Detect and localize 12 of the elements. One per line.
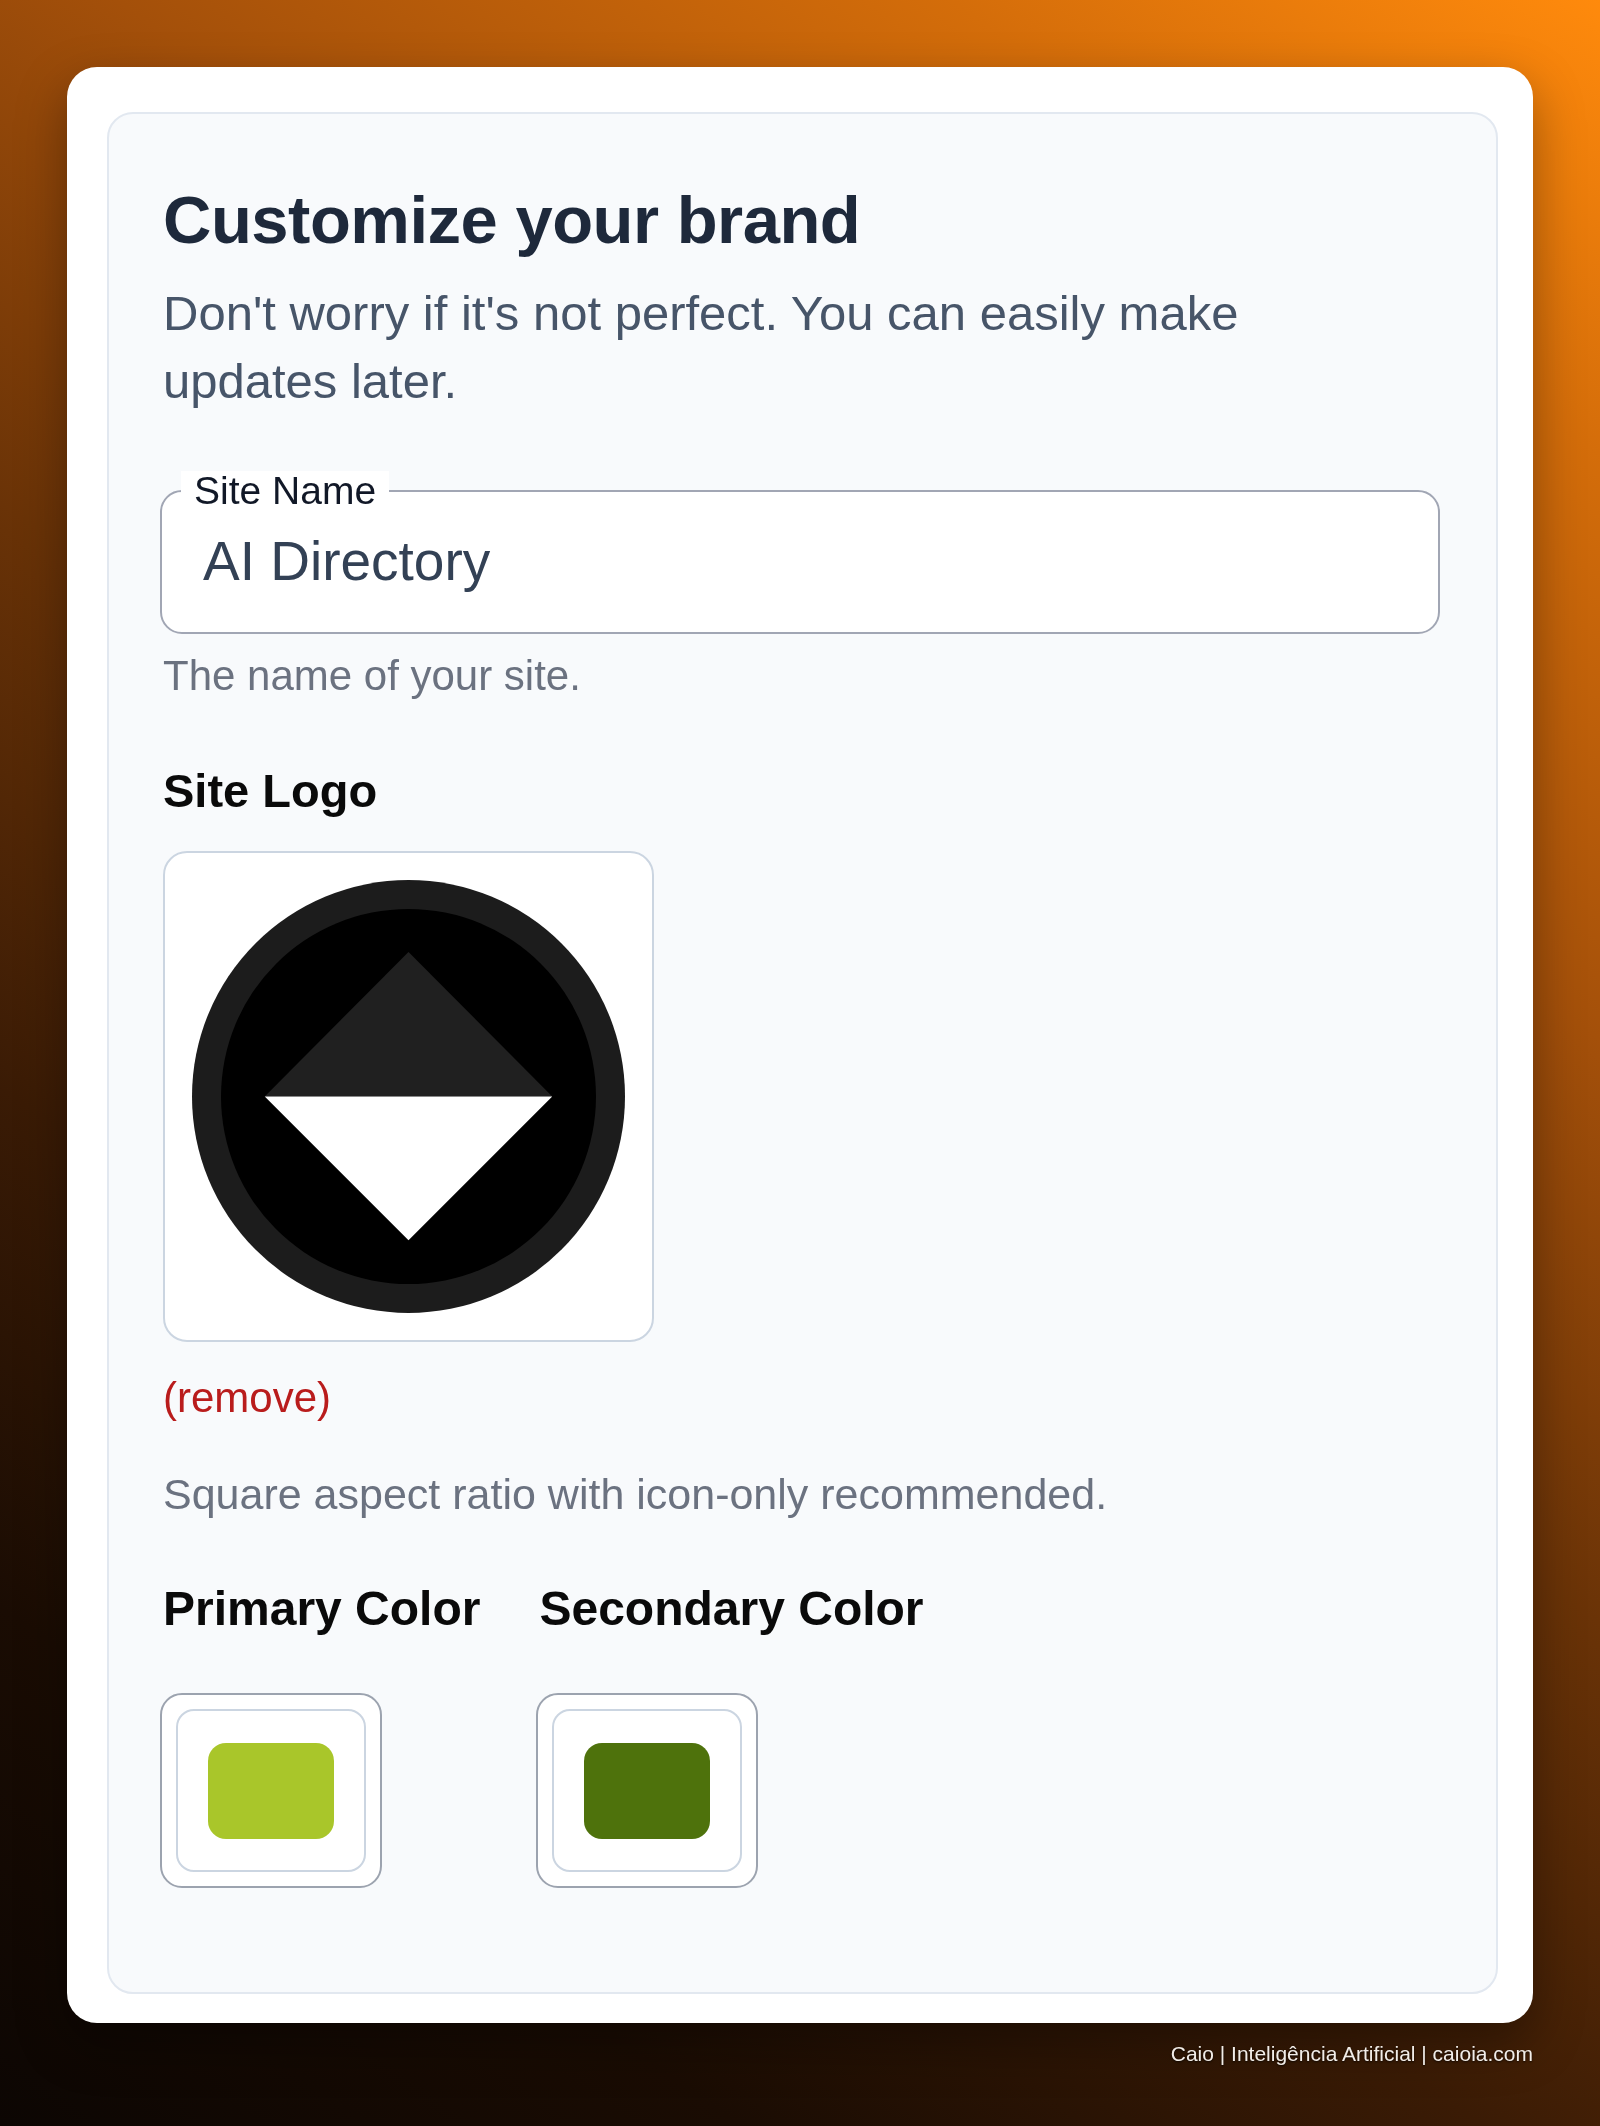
section-label: Site Logo bbox=[163, 763, 378, 819]
form-title: Customize your brand bbox=[163, 181, 861, 259]
site-name-field[interactable]: Site Name AI Directory bbox=[160, 471, 1440, 634]
credit-text: Caio | Inteligência Artificial | caioia.com bbox=[1170, 2041, 1533, 2066]
color-picker[interactable] bbox=[536, 1693, 759, 1888]
color-label: Secondary Color bbox=[539, 1581, 924, 1637]
form-subtitle: Don't worry if it's not perfect. You can easily make updates later. bbox=[163, 285, 1240, 410]
logo-help-text: Square aspect ratio with icon-only recommended. bbox=[163, 1469, 1108, 1520]
color-label: Primary Color bbox=[163, 1581, 481, 1637]
color-picker[interactable] bbox=[160, 1693, 382, 1888]
remove-link[interactable]: (remove) bbox=[163, 1368, 332, 1427]
field-help-text: The name of your site. bbox=[163, 651, 581, 701]
